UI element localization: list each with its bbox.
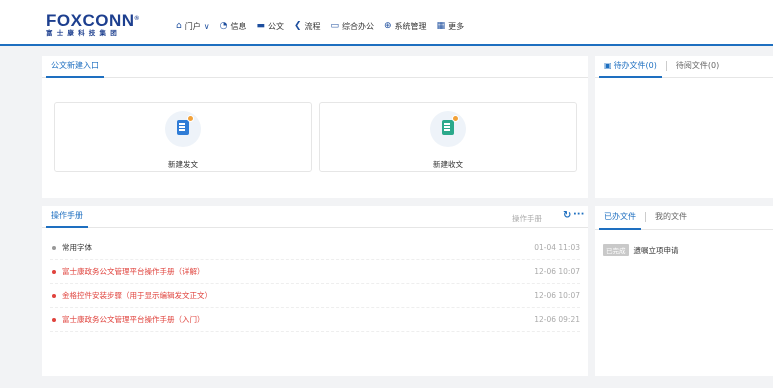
- new-incoming-doc-card[interactable]: 新建收文: [319, 102, 577, 172]
- manual-item-date: 12-06 10:07: [534, 267, 580, 276]
- nav-label: 流程: [304, 22, 321, 31]
- clipboard-icon: ▣: [604, 61, 612, 70]
- list-item[interactable]: 富士康政务公文管理平台操作手册（详解） 12-06 10:07: [50, 260, 580, 284]
- nav-item-5[interactable]: ⊕ 系统管理: [384, 21, 427, 32]
- grid-icon: ▦: [436, 21, 446, 31]
- manual-item-title: 富士康政务公文管理平台操作手册（入门）: [62, 315, 205, 324]
- status-badge: 已完成: [603, 244, 629, 256]
- nav-item-2[interactable]: ▬ 公文: [256, 21, 284, 32]
- manual-item-title: 常用字体: [62, 243, 92, 252]
- list-item[interactable]: 已完成 遗嘱立项申请: [603, 244, 679, 256]
- manual-item-title: 富士康政务公文管理平台操作手册（详解）: [62, 267, 205, 276]
- nav-label: 信息: [230, 22, 247, 31]
- tab-my-docs[interactable]: 我的文件: [650, 205, 692, 229]
- bullet-icon: [52, 317, 56, 322]
- manual-more-link[interactable]: 操作手册: [512, 213, 542, 224]
- manual-panel: 操作手册 操作手册 ↻ ··· 常用字体 01-04 11:03 富士康政务公文管理…: [42, 206, 588, 376]
- nav-item-3[interactable]: ❮ 流程: [294, 21, 321, 32]
- entry-panel: 公文新建入口 新建发文 新建收文: [42, 56, 588, 198]
- manual-item-title: 金格控件安装步骤（用于显示编辑发文正文）: [62, 291, 212, 300]
- bullet-icon: [52, 269, 56, 274]
- list-item[interactable]: 金格控件安装步骤（用于显示编辑发文正文） 12-06 10:07: [50, 284, 580, 308]
- foxconn-logo[interactable]: FOXCONN® 富士康科技集团: [46, 11, 140, 37]
- briefcase-icon: ▬: [256, 21, 265, 31]
- monitor-icon: ▭: [330, 21, 340, 31]
- nav-item-6[interactable]: ▦ 更多: [437, 21, 465, 32]
- done-item-title: 遗嘱立项申请: [633, 245, 679, 255]
- share-icon: ❮: [293, 21, 302, 31]
- tab-done-docs[interactable]: 已办文件: [599, 205, 641, 230]
- top-header: FOXCONN® 富士康科技集团 ⌂ 门户 ∨ ◔ 信息 ▬ 公文 ❮ 流程 ▭ 综合办公 ⊕ 系统管理…: [0, 0, 773, 46]
- main-nav: ⌂ 门户 ∨ ◔ 信息 ▬ 公文 ❮ 流程 ▭ 综合办公 ⊕ 系统管理 ▦ 更多: [176, 21, 474, 32]
- list-item[interactable]: 常用字体 01-04 11:03: [50, 236, 580, 260]
- card-label: 新建收文: [433, 160, 463, 169]
- system-icon: ⊕: [384, 21, 392, 31]
- nav-item-1[interactable]: ◔ 信息: [220, 21, 247, 32]
- nav-label: 综合办公: [342, 22, 375, 31]
- tab-new-document-entry[interactable]: 公文新建入口: [46, 55, 104, 78]
- logo-wordmark: FOXCONN®: [46, 11, 140, 30]
- pending-panel: ▣ 待办文件(0) 待阅文件(0): [595, 56, 773, 198]
- tab-operation-manual[interactable]: 操作手册: [46, 205, 88, 228]
- nav-label: 更多: [448, 22, 465, 31]
- chat-icon: ◔: [219, 21, 228, 31]
- bullet-icon: [52, 245, 56, 250]
- bullet-icon: [52, 293, 56, 298]
- home-icon: ⌂: [176, 21, 182, 31]
- done-panel: 已办文件 我的文件 已完成 遗嘱立项申请: [595, 206, 773, 376]
- nav-item-4[interactable]: ▭ 综合办公: [331, 21, 375, 32]
- list-item[interactable]: 富士康政务公文管理平台操作手册（入门） 12-06 09:21: [50, 308, 580, 332]
- manual-item-date: 12-06 09:21: [534, 315, 580, 324]
- manual-item-date: 12-06 10:07: [534, 291, 580, 300]
- manual-list: 常用字体 01-04 11:03 富士康政务公文管理平台操作手册（详解） 12-06 …: [50, 236, 580, 332]
- badge-icon: [452, 115, 459, 122]
- nav-item-0[interactable]: ⌂ 门户 ∨: [176, 21, 210, 32]
- nav-label: 系统管理: [394, 22, 427, 31]
- chevron-down-icon: ∨: [203, 22, 210, 31]
- logo-subtitle: 富士康科技集团: [46, 29, 121, 37]
- manual-item-date: 01-04 11:03: [534, 243, 580, 252]
- more-icon[interactable]: ···: [573, 210, 584, 220]
- card-label: 新建发文: [168, 160, 198, 169]
- badge-icon: [187, 115, 194, 122]
- nav-label: 公文: [267, 22, 284, 31]
- nav-label: 门户: [184, 22, 201, 31]
- refresh-icon[interactable]: ↻: [563, 211, 571, 221]
- tab-to-read-docs[interactable]: 待阅文件(0): [671, 55, 724, 77]
- incoming-doc-icon: [442, 120, 454, 135]
- outgoing-doc-icon: [177, 120, 189, 135]
- tab-pending-docs[interactable]: ▣ 待办文件(0): [599, 55, 662, 78]
- new-outgoing-doc-card[interactable]: 新建发文: [54, 102, 312, 172]
